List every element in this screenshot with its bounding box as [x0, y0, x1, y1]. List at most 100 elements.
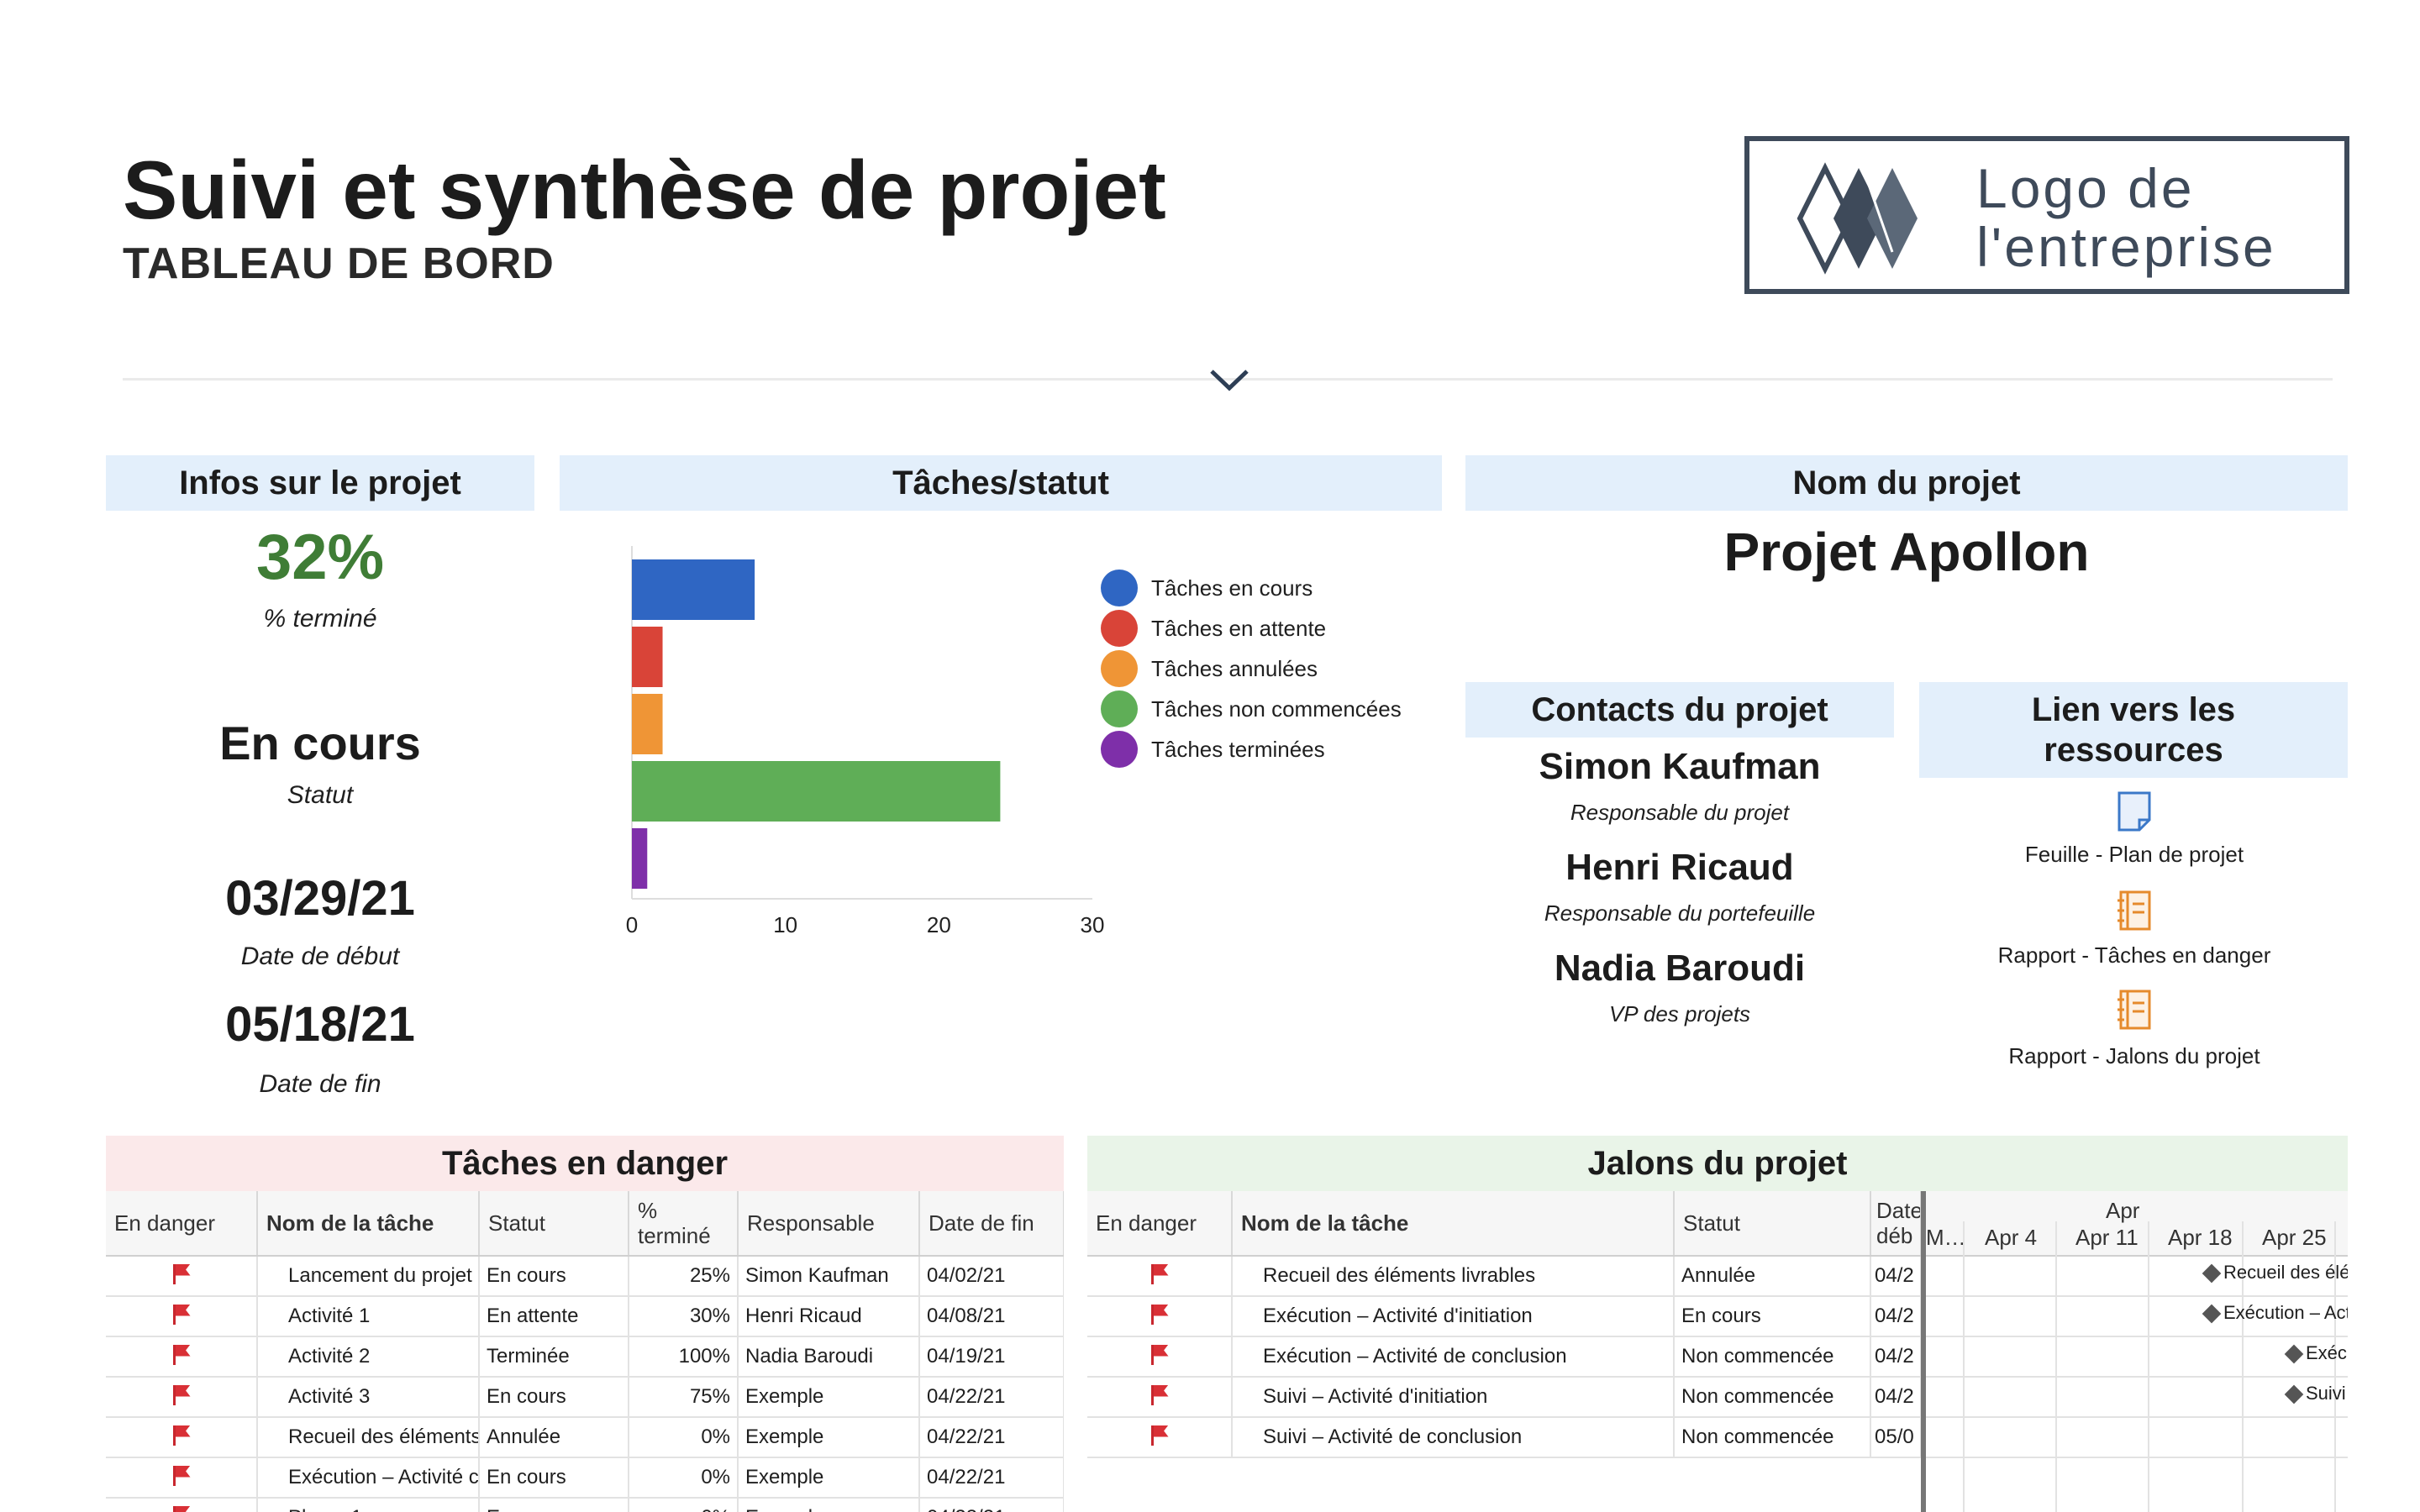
table-row[interactable]: Lancement du projet En cours 25% Simon K…	[106, 1256, 1064, 1297]
task-name-cell[interactable]: Lancement du projet	[257, 1256, 480, 1297]
status-cell[interactable]: En cours	[479, 1377, 629, 1418]
end-date-cell[interactable]: 04/22/21	[919, 1457, 1064, 1499]
report-icon[interactable]	[2116, 988, 2153, 1032]
owner-cell[interactable]: Exemple	[738, 1417, 920, 1458]
col-start-date[interactable]: Date déb	[1870, 1191, 1921, 1257]
end-date-cell[interactable]: 04/22/21	[919, 1417, 1064, 1458]
percent-cell[interactable]: 100%	[629, 1336, 739, 1378]
at-risk-flag-cell[interactable]	[1087, 1417, 1233, 1458]
at-risk-flag-cell[interactable]	[106, 1256, 258, 1297]
status-cell[interactable]: Annulée	[1674, 1256, 1871, 1297]
percent-cell[interactable]: 0%	[629, 1417, 739, 1458]
owner-cell[interactable]: Simon Kaufman	[738, 1256, 920, 1297]
start-date-cell[interactable]: 04/2	[1870, 1336, 1921, 1378]
owner-cell[interactable]: Exemple	[738, 1498, 920, 1512]
task-name-cell[interactable]: Recueil des éléments livrables	[1232, 1256, 1675, 1297]
col-owner[interactable]: Responsable	[738, 1191, 920, 1257]
status-cell[interactable]: Non commencée	[1674, 1336, 1871, 1378]
chart-bar[interactable]	[632, 694, 663, 754]
chart-bar[interactable]	[632, 627, 663, 687]
at-risk-flag-cell[interactable]	[106, 1417, 258, 1458]
milestone-diamond-icon[interactable]	[2202, 1263, 2222, 1284]
task-name-cell[interactable]: Recueil des éléments	[257, 1417, 480, 1458]
task-name-cell[interactable]: Activité 3	[257, 1377, 480, 1418]
start-date-cell[interactable]: 05/0	[1870, 1417, 1921, 1458]
end-date-cell[interactable]: 04/02/21	[919, 1256, 1064, 1297]
task-name-cell[interactable]: Phase 1	[257, 1498, 480, 1512]
end-date-cell[interactable]: 04/23/21	[919, 1498, 1064, 1512]
status-cell[interactable]: Annulée	[479, 1417, 629, 1458]
status-cell[interactable]: Terminée	[479, 1336, 629, 1378]
status-cell[interactable]: En cours	[1674, 1296, 1871, 1337]
col-at-risk[interactable]: En danger	[106, 1191, 258, 1257]
at-risk-flag-cell[interactable]	[106, 1336, 258, 1378]
report-icon[interactable]	[2116, 889, 2153, 932]
table-row[interactable]: Recueil des éléments Annulée 0% Exemple …	[106, 1417, 1064, 1458]
chart-bar[interactable]	[632, 559, 755, 620]
col-task-name[interactable]: Nom de la tâche	[1232, 1191, 1675, 1257]
owner-cell[interactable]: Nadia Baroudi	[738, 1336, 920, 1378]
chart-bar[interactable]	[632, 828, 648, 889]
status-cell[interactable]: En cours	[479, 1457, 629, 1499]
table-row[interactable]: Exécution – Activité d'initiation En cou…	[1087, 1296, 1921, 1337]
table-row[interactable]: Phase 1 En cours 0% Exemple 04/23/21	[106, 1498, 1064, 1512]
sheet-icon[interactable]	[2116, 790, 2153, 833]
table-row[interactable]: Suivi – Activité d'initiation Non commen…	[1087, 1377, 1921, 1418]
resource-link-plan[interactable]: Feuille - Plan de projet	[1916, 842, 2353, 868]
table-row[interactable]: Activité 1 En attente 30% Henri Ricaud 0…	[106, 1296, 1064, 1337]
at-risk-flag-cell[interactable]	[1087, 1256, 1233, 1297]
owner-cell[interactable]: Henri Ricaud	[738, 1296, 920, 1337]
resource-link-milestones[interactable]: Rapport - Jalons du projet	[1916, 1043, 2353, 1069]
percent-cell[interactable]: 25%	[629, 1256, 739, 1297]
table-row[interactable]: Suivi – Activité de conclusion Non comme…	[1087, 1417, 1921, 1458]
col-task-name[interactable]: Nom de la tâche	[257, 1191, 480, 1257]
chart-bar[interactable]	[632, 761, 1001, 822]
start-date-cell[interactable]: 04/2	[1870, 1377, 1921, 1418]
chevron-down-icon[interactable]	[1208, 366, 1250, 391]
status-cell[interactable]: Non commencée	[1674, 1377, 1871, 1418]
at-risk-flag-cell[interactable]	[1087, 1377, 1233, 1418]
percent-cell[interactable]: 75%	[629, 1377, 739, 1418]
end-date-cell[interactable]: 04/08/21	[919, 1296, 1064, 1337]
at-risk-flag-cell[interactable]	[106, 1296, 258, 1337]
task-name-cell[interactable]: Exécution – Activité de conclusion	[1232, 1336, 1675, 1378]
status-cell[interactable]: En attente	[479, 1296, 629, 1337]
col-percent[interactable]: % terminé	[629, 1191, 739, 1257]
start-date-cell[interactable]: 04/2	[1870, 1256, 1921, 1297]
col-status[interactable]: Statut	[1674, 1191, 1871, 1257]
milestone-diamond-icon[interactable]	[2284, 1384, 2304, 1404]
end-date-cell[interactable]: 04/22/21	[919, 1377, 1064, 1418]
table-row[interactable]: Exécution – Activité de conclusion Non c…	[1087, 1336, 1921, 1378]
task-name-cell[interactable]: Exécution – Activité d'initiation	[1232, 1296, 1675, 1337]
table-row[interactable]: Exécution – Activité c En cours 0% Exemp…	[106, 1457, 1064, 1499]
col-end-date[interactable]: Date de fin	[919, 1191, 1064, 1257]
start-date-cell[interactable]: 04/2	[1870, 1296, 1921, 1337]
status-cell[interactable]: En cours	[479, 1498, 629, 1512]
resource-link-at-risk[interactable]: Rapport - Tâches en danger	[1916, 942, 2353, 969]
task-name-cell[interactable]: Suivi – Activité d'initiation	[1232, 1377, 1675, 1418]
task-name-cell[interactable]: Activité 1	[257, 1296, 480, 1337]
at-risk-flag-cell[interactable]	[106, 1498, 258, 1512]
milestone-diamond-icon[interactable]	[2284, 1344, 2304, 1364]
status-cell[interactable]: Non commencée	[1674, 1417, 1871, 1458]
task-name-cell[interactable]: Exécution – Activité c	[257, 1457, 480, 1499]
owner-cell[interactable]: Exemple	[738, 1377, 920, 1418]
task-name-cell[interactable]: Suivi – Activité de conclusion	[1232, 1417, 1675, 1458]
percent-cell[interactable]: 0%	[629, 1498, 739, 1512]
at-risk-flag-cell[interactable]	[1087, 1336, 1233, 1378]
table-row[interactable]: Recueil des éléments livrables Annulée 0…	[1087, 1256, 1921, 1297]
col-at-risk[interactable]: En danger	[1087, 1191, 1233, 1257]
col-status[interactable]: Statut	[479, 1191, 629, 1257]
percent-cell[interactable]: 0%	[629, 1457, 739, 1499]
at-risk-flag-cell[interactable]	[106, 1457, 258, 1499]
at-risk-flag-cell[interactable]	[106, 1377, 258, 1418]
status-cell[interactable]: En cours	[479, 1256, 629, 1297]
table-row[interactable]: Activité 3 En cours 75% Exemple 04/22/21	[106, 1377, 1064, 1418]
at-risk-flag-cell[interactable]	[1087, 1296, 1233, 1337]
table-row[interactable]: Activité 2 Terminée 100% Nadia Baroudi 0…	[106, 1336, 1064, 1378]
percent-cell[interactable]: 30%	[629, 1296, 739, 1337]
task-name-cell[interactable]: Activité 2	[257, 1336, 480, 1378]
end-date-cell[interactable]: 04/19/21	[919, 1336, 1064, 1378]
owner-cell[interactable]: Exemple	[738, 1457, 920, 1499]
milestone-diamond-icon[interactable]	[2202, 1304, 2222, 1324]
